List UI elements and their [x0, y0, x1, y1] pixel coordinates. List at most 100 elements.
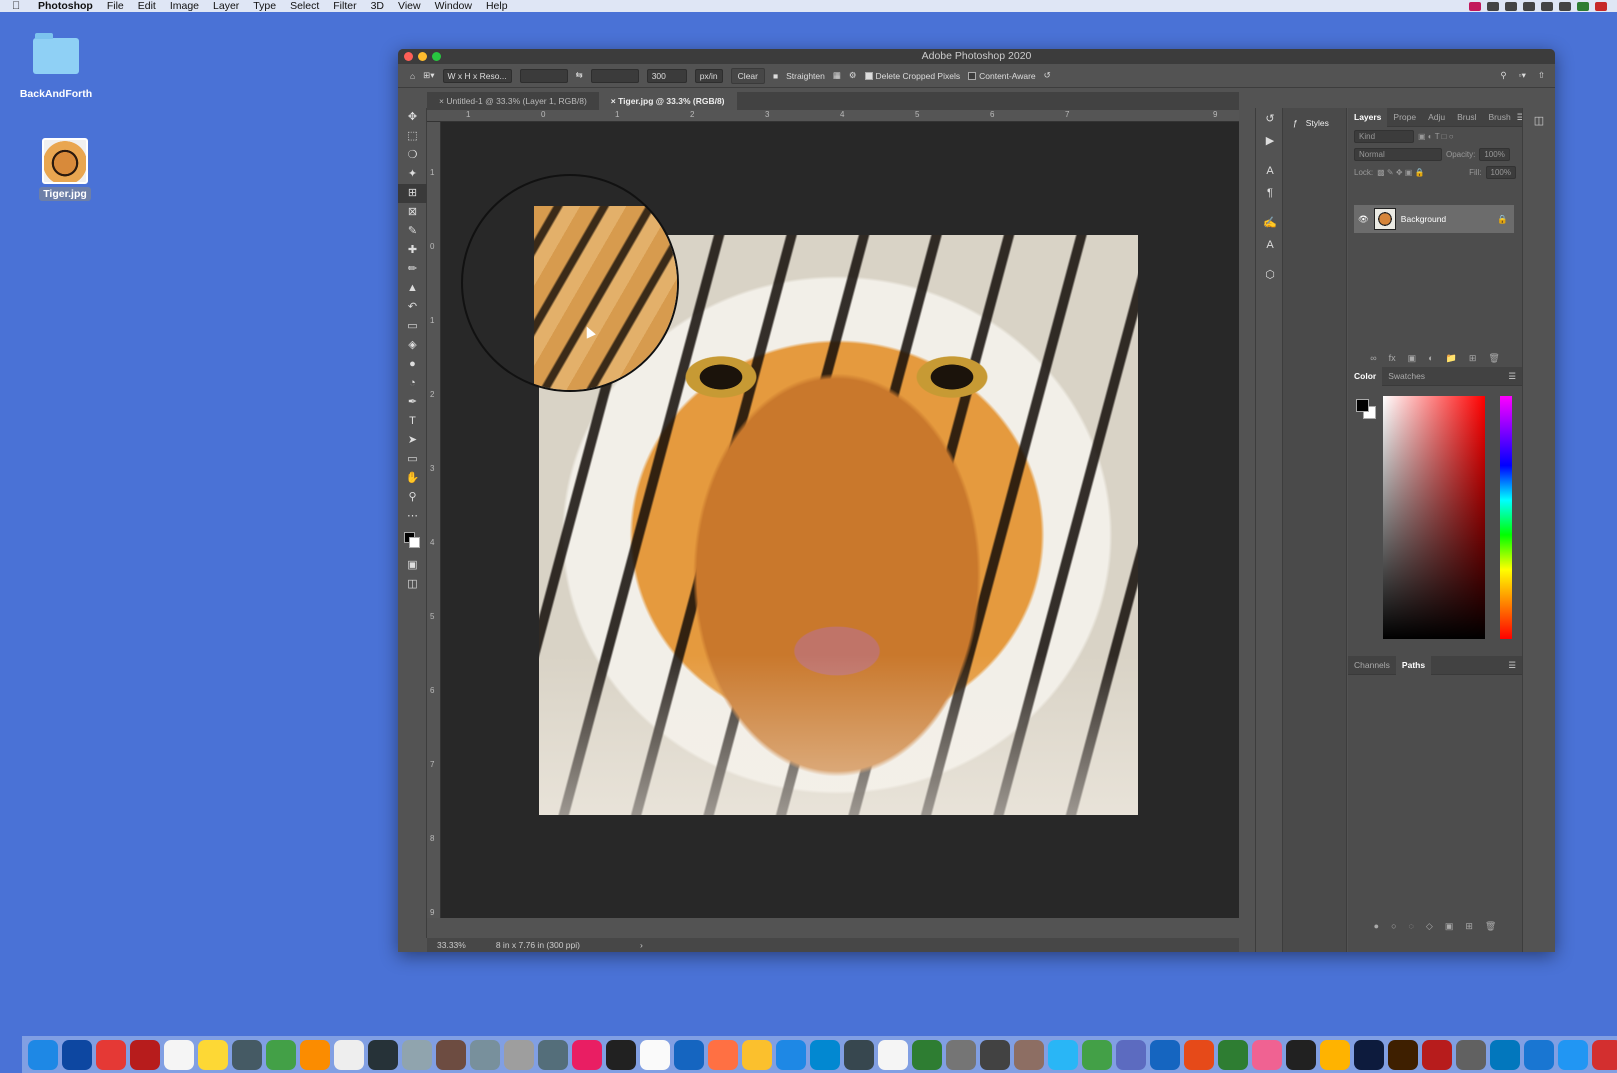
rectangle-tool-icon[interactable]: ▭: [398, 450, 427, 469]
layer-row-background[interactable]: 👁 Background 🔒: [1354, 205, 1514, 233]
crop-tool-icon[interactable]: ⊞: [398, 184, 427, 203]
dock-app-icon[interactable]: [844, 1039, 874, 1070]
clone-stamp-icon[interactable]: ▲: [398, 279, 427, 298]
dock-app-icon[interactable]: [946, 1039, 976, 1070]
dock-app-icon[interactable]: [436, 1039, 466, 1070]
canvas-area[interactable]: [441, 122, 1239, 918]
panel-menu-icon[interactable]: ☰: [1508, 660, 1516, 671]
dock-app-icon[interactable]: [1456, 1039, 1486, 1070]
new-layer-icon[interactable]: ⊞: [1469, 353, 1477, 364]
swap-icon[interactable]: ⇆: [576, 70, 583, 81]
tab-channels[interactable]: Channels: [1348, 656, 1396, 675]
visibility-eye-icon[interactable]: 👁: [1358, 214, 1369, 225]
dock-app-icon[interactable]: [1592, 1039, 1617, 1070]
hue-slider[interactable]: [1500, 396, 1512, 639]
status-icon[interactable]: [1523, 1, 1535, 11]
ratio-select[interactable]: W x H x Reso...: [442, 68, 512, 83]
dock-app-icon[interactable]: [232, 1039, 262, 1070]
dock-app-icon[interactable]: [504, 1039, 534, 1070]
menu-help[interactable]: Help: [486, 0, 508, 12]
height-field[interactable]: [590, 68, 639, 83]
dock-app-icon[interactable]: [1558, 1039, 1588, 1070]
dock-app-icon[interactable]: [674, 1039, 704, 1070]
fill-field[interactable]: 100%: [1485, 165, 1516, 179]
dock-app-icon[interactable]: [198, 1039, 228, 1070]
blend-mode-select[interactable]: Normal: [1354, 147, 1442, 161]
status-icon[interactable]: [1577, 1, 1589, 11]
dock-app-icon[interactable]: [1184, 1039, 1214, 1070]
menu-image[interactable]: Image: [170, 0, 199, 12]
dock-app-icon[interactable]: [164, 1039, 194, 1070]
dock-app-icon[interactable]: [810, 1039, 840, 1070]
dock-app-icon[interactable]: [334, 1039, 364, 1070]
dock-app-icon[interactable]: [300, 1039, 330, 1070]
doc-tab-tiger[interactable]: × Tiger.jpg @ 33.3% (RGB/8): [598, 92, 737, 110]
zoom-tool-icon[interactable]: ⚲: [398, 488, 427, 507]
filter-icons[interactable]: ▣ ◐ T □ ○: [1418, 132, 1454, 141]
menu-type[interactable]: Type: [253, 0, 276, 12]
ruler-vertical[interactable]: 1 0 1 2 3 4 5 6 7 8 9: [427, 122, 441, 918]
close-window-icon[interactable]: [404, 52, 413, 61]
color-swatches[interactable]: [398, 526, 427, 556]
document-info[interactable]: 8 in x 7.76 in (300 ppi): [496, 940, 580, 950]
chevron-right-icon[interactable]: ›: [640, 940, 643, 950]
home-icon[interactable]: ⌂: [410, 71, 415, 81]
dock-app-icon[interactable]: [742, 1039, 772, 1070]
settings-gear-icon[interactable]: ⚙: [849, 70, 857, 81]
menu-window[interactable]: Window: [435, 0, 472, 12]
eraser-icon[interactable]: ▭: [398, 317, 427, 336]
pen-tool-icon[interactable]: ✒: [398, 393, 427, 412]
overlay-grid-icon[interactable]: ▦: [833, 70, 841, 81]
dock-app-icon[interactable]: [266, 1039, 296, 1070]
healing-brush-icon[interactable]: ✚: [398, 241, 427, 260]
dock-app-icon[interactable]: [1014, 1039, 1044, 1070]
status-icon[interactable]: [1595, 1, 1607, 11]
clear-button[interactable]: Clear: [730, 67, 765, 84]
make-path-icon[interactable]: ◇: [1426, 921, 1433, 932]
status-icon[interactable]: [1469, 1, 1481, 11]
content-aware-checkbox[interactable]: Content-Aware: [968, 71, 1036, 81]
history-brush-icon[interactable]: ↶: [398, 298, 427, 317]
dock-app-icon[interactable]: [1524, 1039, 1554, 1070]
type-tool-icon[interactable]: T: [398, 412, 427, 431]
dock-app-icon[interactable]: [776, 1039, 806, 1070]
tab-color[interactable]: Color: [1348, 366, 1383, 386]
width-field[interactable]: [519, 68, 568, 83]
paint-bucket-icon[interactable]: ◈: [398, 336, 427, 355]
straighten-icon[interactable]: ■: [773, 71, 778, 81]
fill-path-icon[interactable]: ●: [1374, 921, 1379, 931]
dock-app-icon[interactable]: [130, 1039, 160, 1070]
zoom-level[interactable]: 33.33%: [437, 940, 466, 950]
dock-app-icon[interactable]: [1320, 1039, 1350, 1070]
3d-cube-icon[interactable]: ⬡: [1256, 264, 1284, 286]
tab-adjustments[interactable]: Adju: [1422, 108, 1451, 127]
dock-app-icon[interactable]: [606, 1039, 636, 1070]
dock-app-icon[interactable]: [1388, 1039, 1418, 1070]
tab-brush[interactable]: Brush: [1483, 108, 1517, 127]
desktop-file[interactable]: Tiger.jpg: [22, 138, 108, 201]
dock-app-icon[interactable]: [1490, 1039, 1520, 1070]
tab-properties[interactable]: Prope: [1387, 108, 1422, 127]
status-icon[interactable]: [1541, 1, 1553, 11]
search-icon[interactable]: ⚲: [1500, 70, 1506, 81]
lasso-tool-icon[interactable]: ❍: [398, 146, 427, 165]
dock-app-icon[interactable]: [538, 1039, 568, 1070]
close-tab-icon[interactable]: ×: [611, 96, 616, 106]
dock-app-icon[interactable]: [708, 1039, 738, 1070]
fx-icon[interactable]: fx: [1389, 353, 1396, 363]
quick-mask-icon[interactable]: ▣: [398, 556, 427, 575]
dock-app-icon[interactable]: [1354, 1039, 1384, 1070]
close-tab-icon[interactable]: ×: [439, 96, 444, 106]
tab-paths[interactable]: Paths: [1395, 655, 1432, 675]
character-styles-icon[interactable]: A: [1256, 234, 1284, 256]
menu-app-name[interactable]: Photoshop: [38, 0, 93, 12]
magic-wand-icon[interactable]: ✦: [398, 165, 427, 184]
menu-edit[interactable]: Edit: [138, 0, 156, 12]
ruler-horizontal[interactable]: 1 0 1 2 3 4 5 6 7 9: [427, 110, 1239, 122]
dock-app-icon[interactable]: [1252, 1039, 1282, 1070]
straighten-button[interactable]: Straighten: [786, 71, 825, 81]
dropbox-icon[interactable]: [1505, 1, 1517, 11]
new-path-icon[interactable]: ⊞: [1465, 921, 1473, 932]
desktop-folder[interactable]: BackAndForth: [14, 33, 98, 100]
minimize-window-icon[interactable]: [418, 52, 427, 61]
